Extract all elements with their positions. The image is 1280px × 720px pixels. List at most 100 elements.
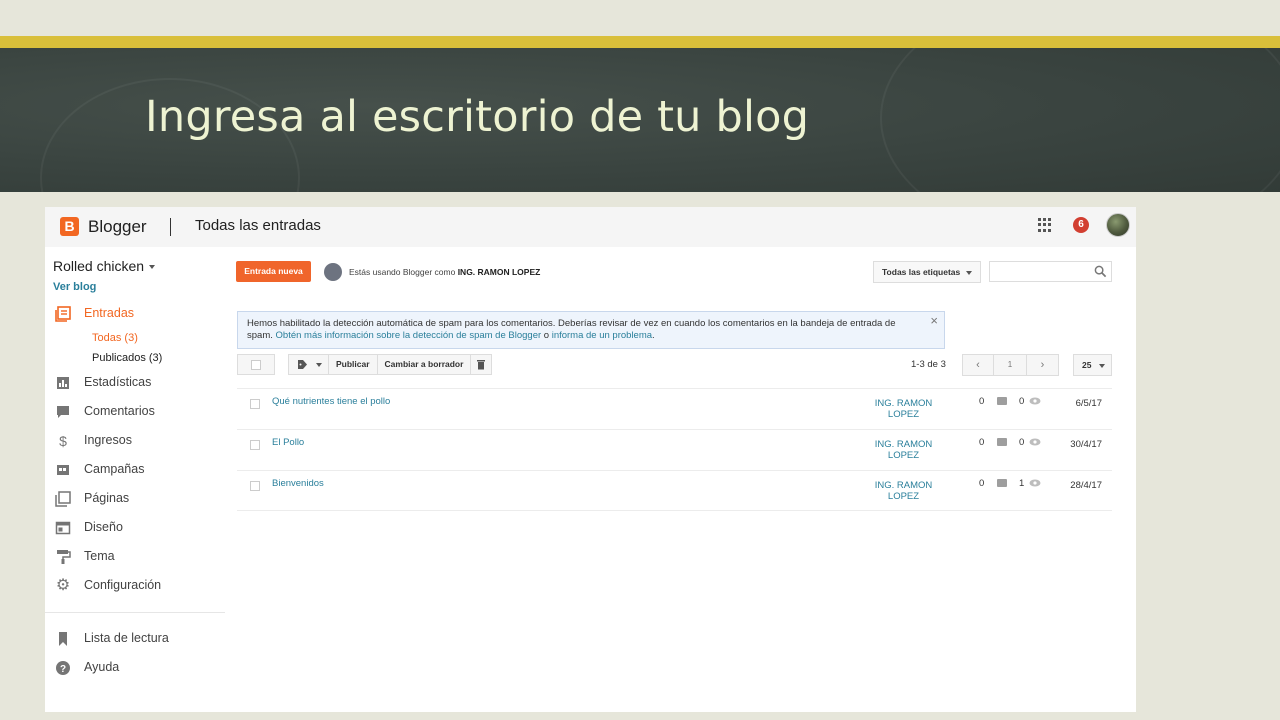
sidebar-item-diseno[interactable]: Diseño	[45, 518, 225, 538]
pages-icon	[55, 491, 71, 507]
sidebar-item-paginas[interactable]: Páginas	[45, 489, 225, 509]
publish-button[interactable]: Publicar	[329, 355, 378, 374]
comment-count: 0	[979, 478, 985, 489]
sidebar-item-label: Entradas	[84, 306, 135, 320]
slide-accent-band	[0, 36, 1280, 48]
sidebar-item-label: Diseño	[84, 520, 123, 534]
row-checkbox[interactable]	[250, 440, 260, 450]
sidebar-item-label: Ayuda	[84, 660, 120, 674]
select-all-checkbox[interactable]	[237, 354, 275, 375]
sidebar-item-ingresos[interactable]: $ Ingresos	[45, 431, 225, 451]
campaigns-icon	[55, 462, 71, 478]
revert-to-draft-button[interactable]: Cambiar a borrador	[378, 355, 472, 374]
caret-down-icon[interactable]	[149, 265, 155, 269]
brand-name[interactable]: Blogger	[88, 217, 147, 237]
caret-down-icon	[966, 271, 972, 275]
view-count: 0	[1019, 396, 1025, 407]
blogger-screenshot: B Blogger Todas las entradas 6 Rolled ch…	[45, 207, 1136, 712]
search-icon[interactable]	[1094, 265, 1107, 278]
blog-selector[interactable]: Rolled chicken	[53, 258, 144, 274]
post-date: 28/4/17	[1070, 480, 1102, 491]
user-name: ING. RAMON LOPEZ	[457, 267, 541, 277]
label-filter-dropdown[interactable]: Todas las etiquetas	[873, 261, 981, 283]
search-input[interactable]	[989, 261, 1112, 282]
per-page-value: 25	[1082, 360, 1092, 370]
sidebar-item-label: Tema	[84, 549, 115, 563]
sidebar-item-comentarios[interactable]: Comentarios	[45, 402, 225, 422]
post-title-link[interactable]: Bienvenidos	[272, 478, 324, 489]
eye-icon	[1029, 397, 1041, 405]
table-row: Bienvenidos ING. RAMON LOPEZ 0 1 28/4/17	[237, 470, 1112, 511]
comment-icon	[997, 479, 1007, 487]
post-title-link[interactable]: Qué nutrientes tiene el pollo	[272, 396, 390, 407]
results-range: 1-3 de 3	[911, 359, 946, 370]
gear-icon: ⚙	[55, 577, 71, 594]
row-checkbox[interactable]	[250, 399, 260, 409]
user-note-text: Estás usando Blogger como	[349, 267, 458, 277]
bookmark-icon	[55, 631, 71, 647]
slide-top-strip	[0, 0, 1280, 36]
blogger-logo-icon[interactable]: B	[60, 217, 79, 236]
new-post-button[interactable]: Entrada nueva	[236, 261, 311, 282]
pagination: ‹ 1 ›	[962, 354, 1059, 376]
view-count: 0	[1019, 437, 1025, 448]
sidebar-item-entradas[interactable]: Entradas	[45, 304, 225, 324]
trash-icon	[477, 360, 486, 370]
caret-down-icon	[316, 363, 322, 367]
spam-info-link[interactable]: Obtén más información sobre la detección…	[276, 330, 542, 341]
table-row: El Pollo ING. RAMON LOPEZ 0 0 30/4/17	[237, 429, 1112, 470]
page-selector[interactable]: 1	[994, 355, 1027, 375]
apps-grid-icon[interactable]	[1038, 218, 1052, 232]
sidebar-subitem-published[interactable]: Publicados (3)	[92, 352, 162, 364]
sidebar-item-reading-list[interactable]: Lista de lectura	[45, 629, 225, 649]
post-title-link[interactable]: El Pollo	[272, 437, 304, 448]
sidebar-item-tema[interactable]: Tema	[45, 547, 225, 567]
view-count: 1	[1019, 478, 1025, 489]
sidebar-item-label: Lista de lectura	[84, 631, 169, 645]
next-page-button[interactable]: ›	[1027, 355, 1058, 375]
svg-text:?: ?	[60, 664, 66, 675]
per-page-selector[interactable]: 25	[1073, 354, 1112, 376]
sidebar-item-label: Comentarios	[84, 404, 155, 418]
stats-icon	[55, 375, 71, 391]
user-avatar-icon	[324, 263, 342, 281]
post-author[interactable]: ING. RAMON LOPEZ	[860, 480, 947, 502]
tag-icon	[298, 360, 307, 369]
sidebar-item-label: Páginas	[84, 491, 130, 505]
spam-notice: Hemos habilitado la detección automática…	[237, 311, 945, 349]
sidebar-item-help[interactable]: ? Ayuda	[45, 658, 225, 678]
app-header: B Blogger Todas las entradas 6	[45, 207, 1136, 247]
view-blog-link[interactable]: Ver blog	[53, 281, 96, 293]
header-divider	[170, 218, 171, 236]
post-author[interactable]: ING. RAMON LOPEZ	[860, 398, 947, 420]
layout-icon	[55, 520, 71, 536]
report-problem-link[interactable]: informa de un problema	[552, 330, 652, 341]
help-icon: ?	[55, 660, 71, 676]
comment-count: 0	[979, 396, 985, 407]
sidebar-item-label: Estadísticas	[84, 375, 152, 389]
sidebar-item-configuracion[interactable]: ⚙ Configuración	[45, 576, 225, 596]
row-checkbox[interactable]	[250, 481, 260, 491]
comment-icon	[997, 438, 1007, 446]
notice-tail: .	[652, 330, 655, 341]
caret-down-icon	[1099, 364, 1105, 368]
eye-icon	[1029, 438, 1041, 446]
theme-icon	[55, 549, 71, 565]
delete-button[interactable]	[471, 355, 491, 374]
labels-button[interactable]	[289, 355, 329, 374]
notifications-badge[interactable]: 6	[1073, 217, 1089, 233]
sidebar-item-campanas[interactable]: Campañas	[45, 460, 225, 480]
bulk-actions-toolbar: Publicar Cambiar a borrador	[288, 354, 493, 375]
sidebar-subitem-all[interactable]: Todas (3)	[92, 332, 138, 344]
dollar-icon: $	[59, 433, 67, 449]
post-date: 6/5/17	[1075, 398, 1102, 409]
previous-page-button[interactable]: ‹	[963, 355, 994, 375]
close-icon[interactable]: ×	[930, 314, 938, 327]
post-author[interactable]: ING. RAMON LOPEZ	[860, 439, 947, 461]
sidebar-item-label: Campañas	[84, 462, 145, 476]
comments-icon	[55, 404, 71, 420]
eye-icon	[1029, 479, 1041, 487]
table-row: Qué nutrientes tiene el pollo ING. RAMON…	[237, 388, 1112, 429]
sidebar-item-estadisticas[interactable]: Estadísticas	[45, 373, 225, 393]
avatar[interactable]	[1106, 213, 1130, 237]
